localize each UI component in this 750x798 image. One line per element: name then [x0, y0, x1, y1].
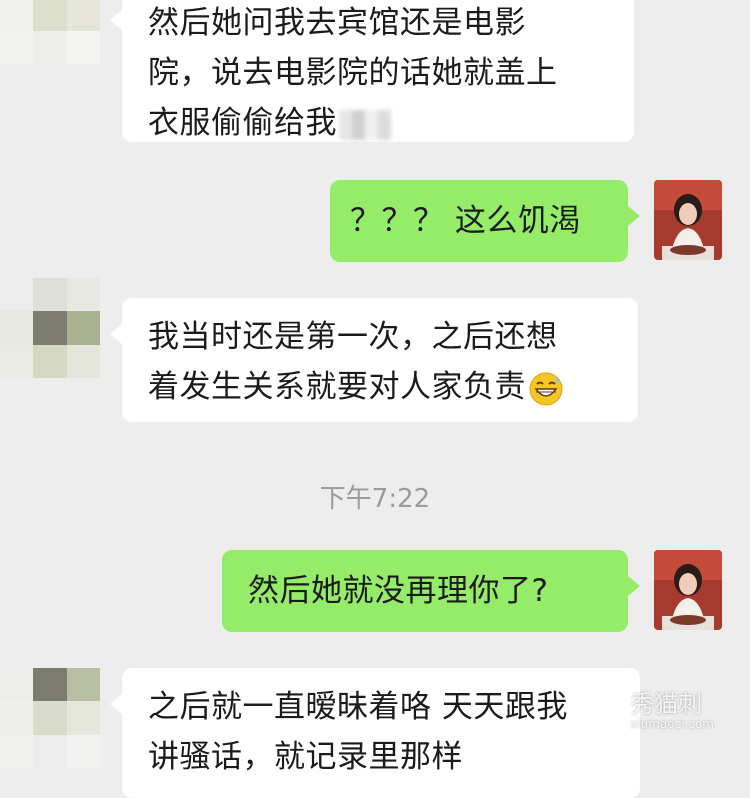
message-bubble-sent-1[interactable]: ？？？ 这么饥渴 [330, 180, 640, 262]
watermark: 秀猫刺 xiumaoci.com [630, 684, 714, 731]
contact-avatar-pixelated[interactable] [0, 0, 100, 64]
message-line: 衣服偷偷给我 [148, 98, 634, 148]
message-bubble-sent-2[interactable]: 然后她就没再理你了? [222, 550, 640, 632]
grinning-sweat-emoji [529, 372, 563, 405]
censored-blur [339, 109, 391, 140]
contact-avatar-pixelated[interactable] [0, 278, 100, 378]
message-line: 讲骚话，就记录里那样 [148, 739, 463, 775]
watermark-text: 秀猫刺 [630, 690, 703, 718]
message-line: 着发生关系就要对人家负责 [148, 362, 638, 412]
message-timestamp: 下午7:22 [319, 484, 431, 514]
message-line: 我当时还是第一次，之后还想 [148, 319, 558, 355]
message-text: 然后她就没再理你了? [248, 573, 549, 609]
watermark-url: xiumaoci.com [630, 717, 714, 731]
message-line: 院，说去电影院的话她就盖上 [148, 55, 558, 91]
message-bubble-received-2[interactable]: 我当时还是第一次，之后还想 着发生关系就要对人家负责 [110, 298, 638, 422]
message-text: ？？？ 这么饥渴 [350, 203, 581, 239]
message-text: 衣服偷偷给我 [148, 105, 337, 141]
message-text: 着发生关系就要对人家负责 [148, 369, 526, 405]
message-bubble-received-1[interactable]: 然后她问我去宾馆还是电影 院，说去电影院的话她就盖上 衣服偷偷给我 [110, 0, 634, 142]
message-line: 然后她问我去宾馆还是电影 [148, 5, 526, 41]
message-line: 之后就一直暧昧着咯 天天跟我 [148, 689, 568, 725]
user-avatar-photo[interactable] [654, 550, 722, 630]
user-avatar-photo[interactable] [654, 180, 722, 260]
contact-avatar-pixelated[interactable] [0, 668, 100, 768]
message-bubble-received-3[interactable]: 之后就一直暧昧着咯 天天跟我 讲骚话，就记录里那样 [110, 668, 640, 798]
